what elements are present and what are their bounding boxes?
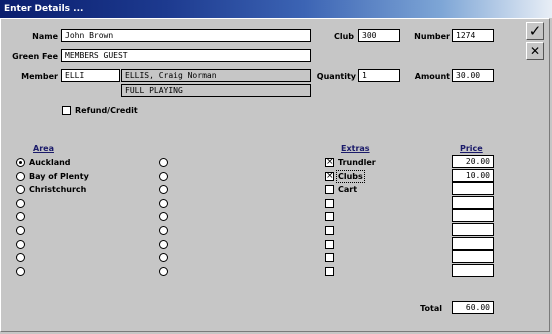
- extras-header: Extras: [341, 144, 370, 153]
- area-header: Area: [33, 144, 54, 153]
- number-label: Number: [414, 32, 450, 41]
- extras-label: Clubs: [336, 170, 365, 183]
- extras-checkbox[interactable]: [325, 240, 334, 249]
- extras-checkbox[interactable]: [325, 226, 334, 235]
- total-field: 60.00: [452, 301, 494, 314]
- area-radio-secondary[interactable]: [159, 158, 168, 167]
- close-icon: ✕: [529, 44, 541, 58]
- amount-label: Amount: [414, 72, 450, 81]
- member-status-field: FULL PLAYING: [121, 84, 311, 97]
- extras-price-field[interactable]: [452, 196, 494, 209]
- area-radio[interactable]: [16, 253, 25, 262]
- club-label: Club: [333, 32, 354, 41]
- area-radio-secondary[interactable]: [159, 267, 168, 276]
- area-radio[interactable]: [16, 158, 25, 167]
- extras-price-field[interactable]: [452, 209, 494, 222]
- extras-checkbox[interactable]: [325, 212, 334, 221]
- extras-label: Cart: [338, 185, 358, 194]
- quantity-label: Quantity: [316, 72, 356, 81]
- extras-price-field[interactable]: [452, 237, 494, 250]
- green-fee-label: Green Fee: [12, 52, 58, 61]
- refund-label: Refund/Credit: [75, 106, 138, 115]
- extras-checkbox[interactable]: [325, 253, 334, 262]
- checkmark-icon: ✓: [528, 22, 542, 40]
- area-radio[interactable]: [16, 172, 25, 181]
- extras-price-field[interactable]: [452, 264, 494, 277]
- area-option-label: Christchurch: [29, 185, 87, 194]
- quantity-field[interactable]: 1: [358, 69, 400, 82]
- name-field[interactable]: John Brown: [61, 29, 311, 42]
- title-bar: Enter Details ...: [0, 0, 552, 18]
- area-radio[interactable]: [16, 199, 25, 208]
- club-field[interactable]: 300: [358, 29, 400, 42]
- area-radio[interactable]: [16, 185, 25, 194]
- area-radio[interactable]: [16, 212, 25, 221]
- extras-checkbox[interactable]: ×: [325, 172, 334, 181]
- number-field[interactable]: 1274: [452, 29, 494, 42]
- area-radio[interactable]: [16, 240, 25, 249]
- price-header: Price: [460, 144, 483, 153]
- ok-button[interactable]: ✓: [526, 22, 544, 40]
- member-code-field[interactable]: ELLI: [61, 69, 120, 82]
- area-radio[interactable]: [16, 226, 25, 235]
- extras-checkbox[interactable]: [325, 199, 334, 208]
- extras-price-field[interactable]: [452, 223, 494, 236]
- total-label: Total: [420, 304, 442, 313]
- extras-price-field[interactable]: 20.00: [452, 155, 494, 168]
- extras-label: Trundler: [338, 158, 376, 167]
- extras-checkbox[interactable]: [325, 185, 334, 194]
- extras-checkbox[interactable]: ×: [325, 158, 334, 167]
- name-label: Name: [32, 32, 58, 41]
- area-option-label: Bay of Plenty: [29, 172, 89, 181]
- area-radio-secondary[interactable]: [159, 185, 168, 194]
- window-title: Enter Details ...: [4, 4, 84, 14]
- amount-field[interactable]: 30.00: [452, 69, 494, 82]
- member-name-field: ELLIS, Craig Norman: [121, 69, 311, 82]
- area-radio-secondary[interactable]: [159, 172, 168, 181]
- extras-price-field[interactable]: [452, 250, 494, 263]
- area-radio[interactable]: [16, 267, 25, 276]
- cancel-button[interactable]: ✕: [526, 42, 544, 60]
- extras-checkbox[interactable]: [325, 267, 334, 276]
- area-radio-secondary[interactable]: [159, 226, 168, 235]
- area-radio-secondary[interactable]: [159, 212, 168, 221]
- extras-price-field[interactable]: 10.00: [452, 169, 494, 182]
- refund-checkbox[interactable]: [62, 106, 71, 115]
- green-fee-field[interactable]: MEMBERS GUEST: [61, 49, 311, 62]
- extras-price-field[interactable]: [452, 182, 494, 195]
- area-radio-secondary[interactable]: [159, 199, 168, 208]
- area-option-label: Auckland: [29, 158, 71, 167]
- area-radio-secondary[interactable]: [159, 240, 168, 249]
- member-label: Member: [21, 72, 58, 81]
- area-radio-secondary[interactable]: [159, 253, 168, 262]
